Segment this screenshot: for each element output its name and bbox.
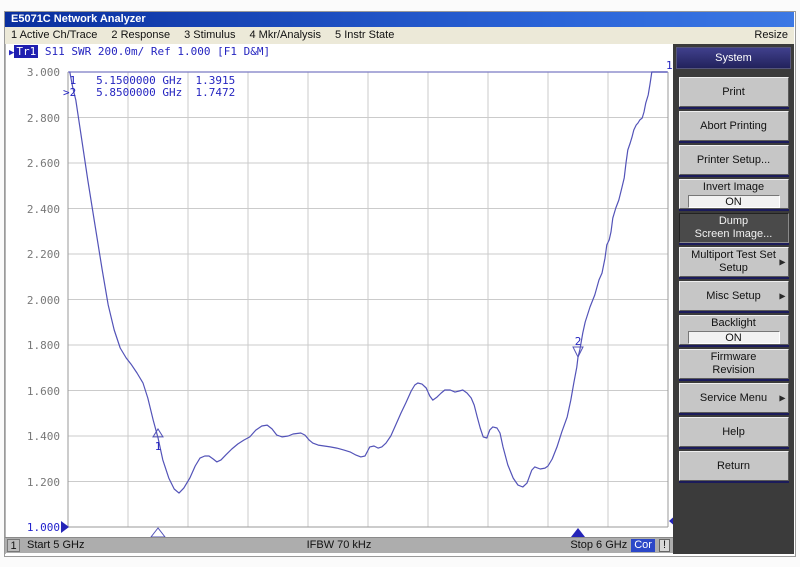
softkey-print[interactable]: Print xyxy=(679,77,789,107)
menu-bar: 1 Active Ch/Trace 2 Response 3 Stimulus 4 M… xyxy=(5,27,794,44)
y-axis-tick-label: 2.600 xyxy=(16,157,60,170)
menu-item[interactable]: 3 Stimulus xyxy=(184,27,235,44)
y-axis-tick-label: 1.800 xyxy=(16,339,60,352)
softkey-backlight-state: ON xyxy=(688,331,780,344)
softkey-invert-image[interactable]: Invert ImageON xyxy=(679,179,789,209)
y-axis-tick-label: 1.600 xyxy=(16,385,60,398)
softkey-label: Help xyxy=(722,426,745,439)
alert-indicator: ! xyxy=(659,539,670,552)
correction-badge: Cor xyxy=(631,539,655,552)
softkey-backlight[interactable]: BacklightON xyxy=(679,315,789,345)
softkey-firmware-revision[interactable]: FirmwareRevision xyxy=(679,349,789,379)
softkey-label: Print xyxy=(722,86,745,99)
title-bar[interactable]: E5071C Network Analyzer xyxy=(5,12,794,27)
softkey-dump-screen-image[interactable]: DumpScreen Image... xyxy=(679,213,789,243)
sidebar-title: System xyxy=(676,47,791,69)
status-bar: 1 Start 5 GHz IFBW 70 kHz Stop 6 GHz Cor… xyxy=(5,537,673,553)
menu-bar-items: 1 Active Ch/Trace 2 Response 3 Stimulus 4 M… xyxy=(11,27,408,44)
window-title: E5071C Network Analyzer xyxy=(11,13,146,25)
sidebar-menu: System Print Abort Printing Printer Setup.… xyxy=(673,44,794,554)
softkey-label: Invert Image xyxy=(703,181,764,194)
marker-readout: 1 5.1500000 GHz 1.3915>2 5.8500000 GHz 1… xyxy=(63,75,235,99)
status-bar-right: Stop 6 GHz Cor ! xyxy=(570,538,670,553)
sweep-stop-readout: Stop 6 GHz xyxy=(570,538,627,553)
y-axis-tick-label: 2.200 xyxy=(16,248,60,261)
y-axis-tick-label: 1.400 xyxy=(16,430,60,443)
softkey-label: Backlight xyxy=(711,317,756,330)
softkey-return[interactable]: Return xyxy=(679,451,789,481)
trace-number-label: 1 xyxy=(666,59,673,72)
softkey-label: Dump xyxy=(719,215,748,228)
y-axis-tick-label: 2.400 xyxy=(16,203,60,216)
softkey-label: Setup xyxy=(719,262,748,275)
trace-header: ▶Tr1 S11 SWR 200.0m/ Ref 1.000 [F1 D&M] xyxy=(9,45,270,60)
trace-badge[interactable]: Tr1 xyxy=(14,45,38,58)
softkey-label: Firmware xyxy=(711,351,757,364)
screen: E5071C Network Analyzer 1 Active Ch/Trac… xyxy=(0,0,800,567)
softkey-label: Printer Setup... xyxy=(697,154,770,167)
y-axis-tick-label: 1.200 xyxy=(16,476,60,489)
menu-item[interactable]: 4 Mkr/Analysis xyxy=(249,27,321,44)
softkey-invert-image-state: ON xyxy=(688,195,780,208)
submenu-arrow-icon: ▶ xyxy=(779,256,785,269)
y-axis-tick-label: 2.000 xyxy=(16,294,60,307)
softkey-service-menu[interactable]: Service Menu ▶ xyxy=(679,383,789,413)
softkey-label: Screen Image... xyxy=(695,228,773,241)
menu-item[interactable]: 2 Response xyxy=(111,27,170,44)
y-axis-tick-label: 1.000 xyxy=(16,521,60,534)
submenu-arrow-icon: ▶ xyxy=(779,392,785,405)
softkey-label: Misc Setup xyxy=(706,290,760,303)
resize-control[interactable]: Resize xyxy=(754,27,788,44)
softkey-misc-setup[interactable]: Misc Setup ▶ xyxy=(679,281,789,311)
softkey-label: Abort Printing xyxy=(700,120,767,133)
softkey-abort-printing[interactable]: Abort Printing xyxy=(679,111,789,141)
menu-item[interactable]: 5 Instr State xyxy=(335,27,394,44)
marker-readout-row: >2 5.8500000 GHz 1.7472 xyxy=(63,87,235,99)
y-axis-tick-label: 2.800 xyxy=(16,112,60,125)
submenu-arrow-icon: ▶ xyxy=(779,290,785,303)
y-axis-tick-label: 3.000 xyxy=(16,66,60,79)
softkey-multiport-test-set-setup[interactable]: Multiport Test SetSetup ▶ xyxy=(679,247,789,277)
trace-settings-text: S11 SWR 200.0m/ Ref 1.000 [F1 D&M] xyxy=(38,45,270,58)
softkey-printer-setup[interactable]: Printer Setup... xyxy=(679,145,789,175)
menu-item[interactable]: 1 Active Ch/Trace xyxy=(11,27,97,44)
softkey-list: Print Abort Printing Printer Setup... Inver… xyxy=(673,77,794,481)
softkey-help[interactable]: Help xyxy=(679,417,789,447)
softkey-label: Service Menu xyxy=(700,392,767,405)
softkey-label: Revision xyxy=(712,364,754,377)
softkey-label: Return xyxy=(717,460,750,473)
softkey-label: Multiport Test Set xyxy=(691,249,776,262)
